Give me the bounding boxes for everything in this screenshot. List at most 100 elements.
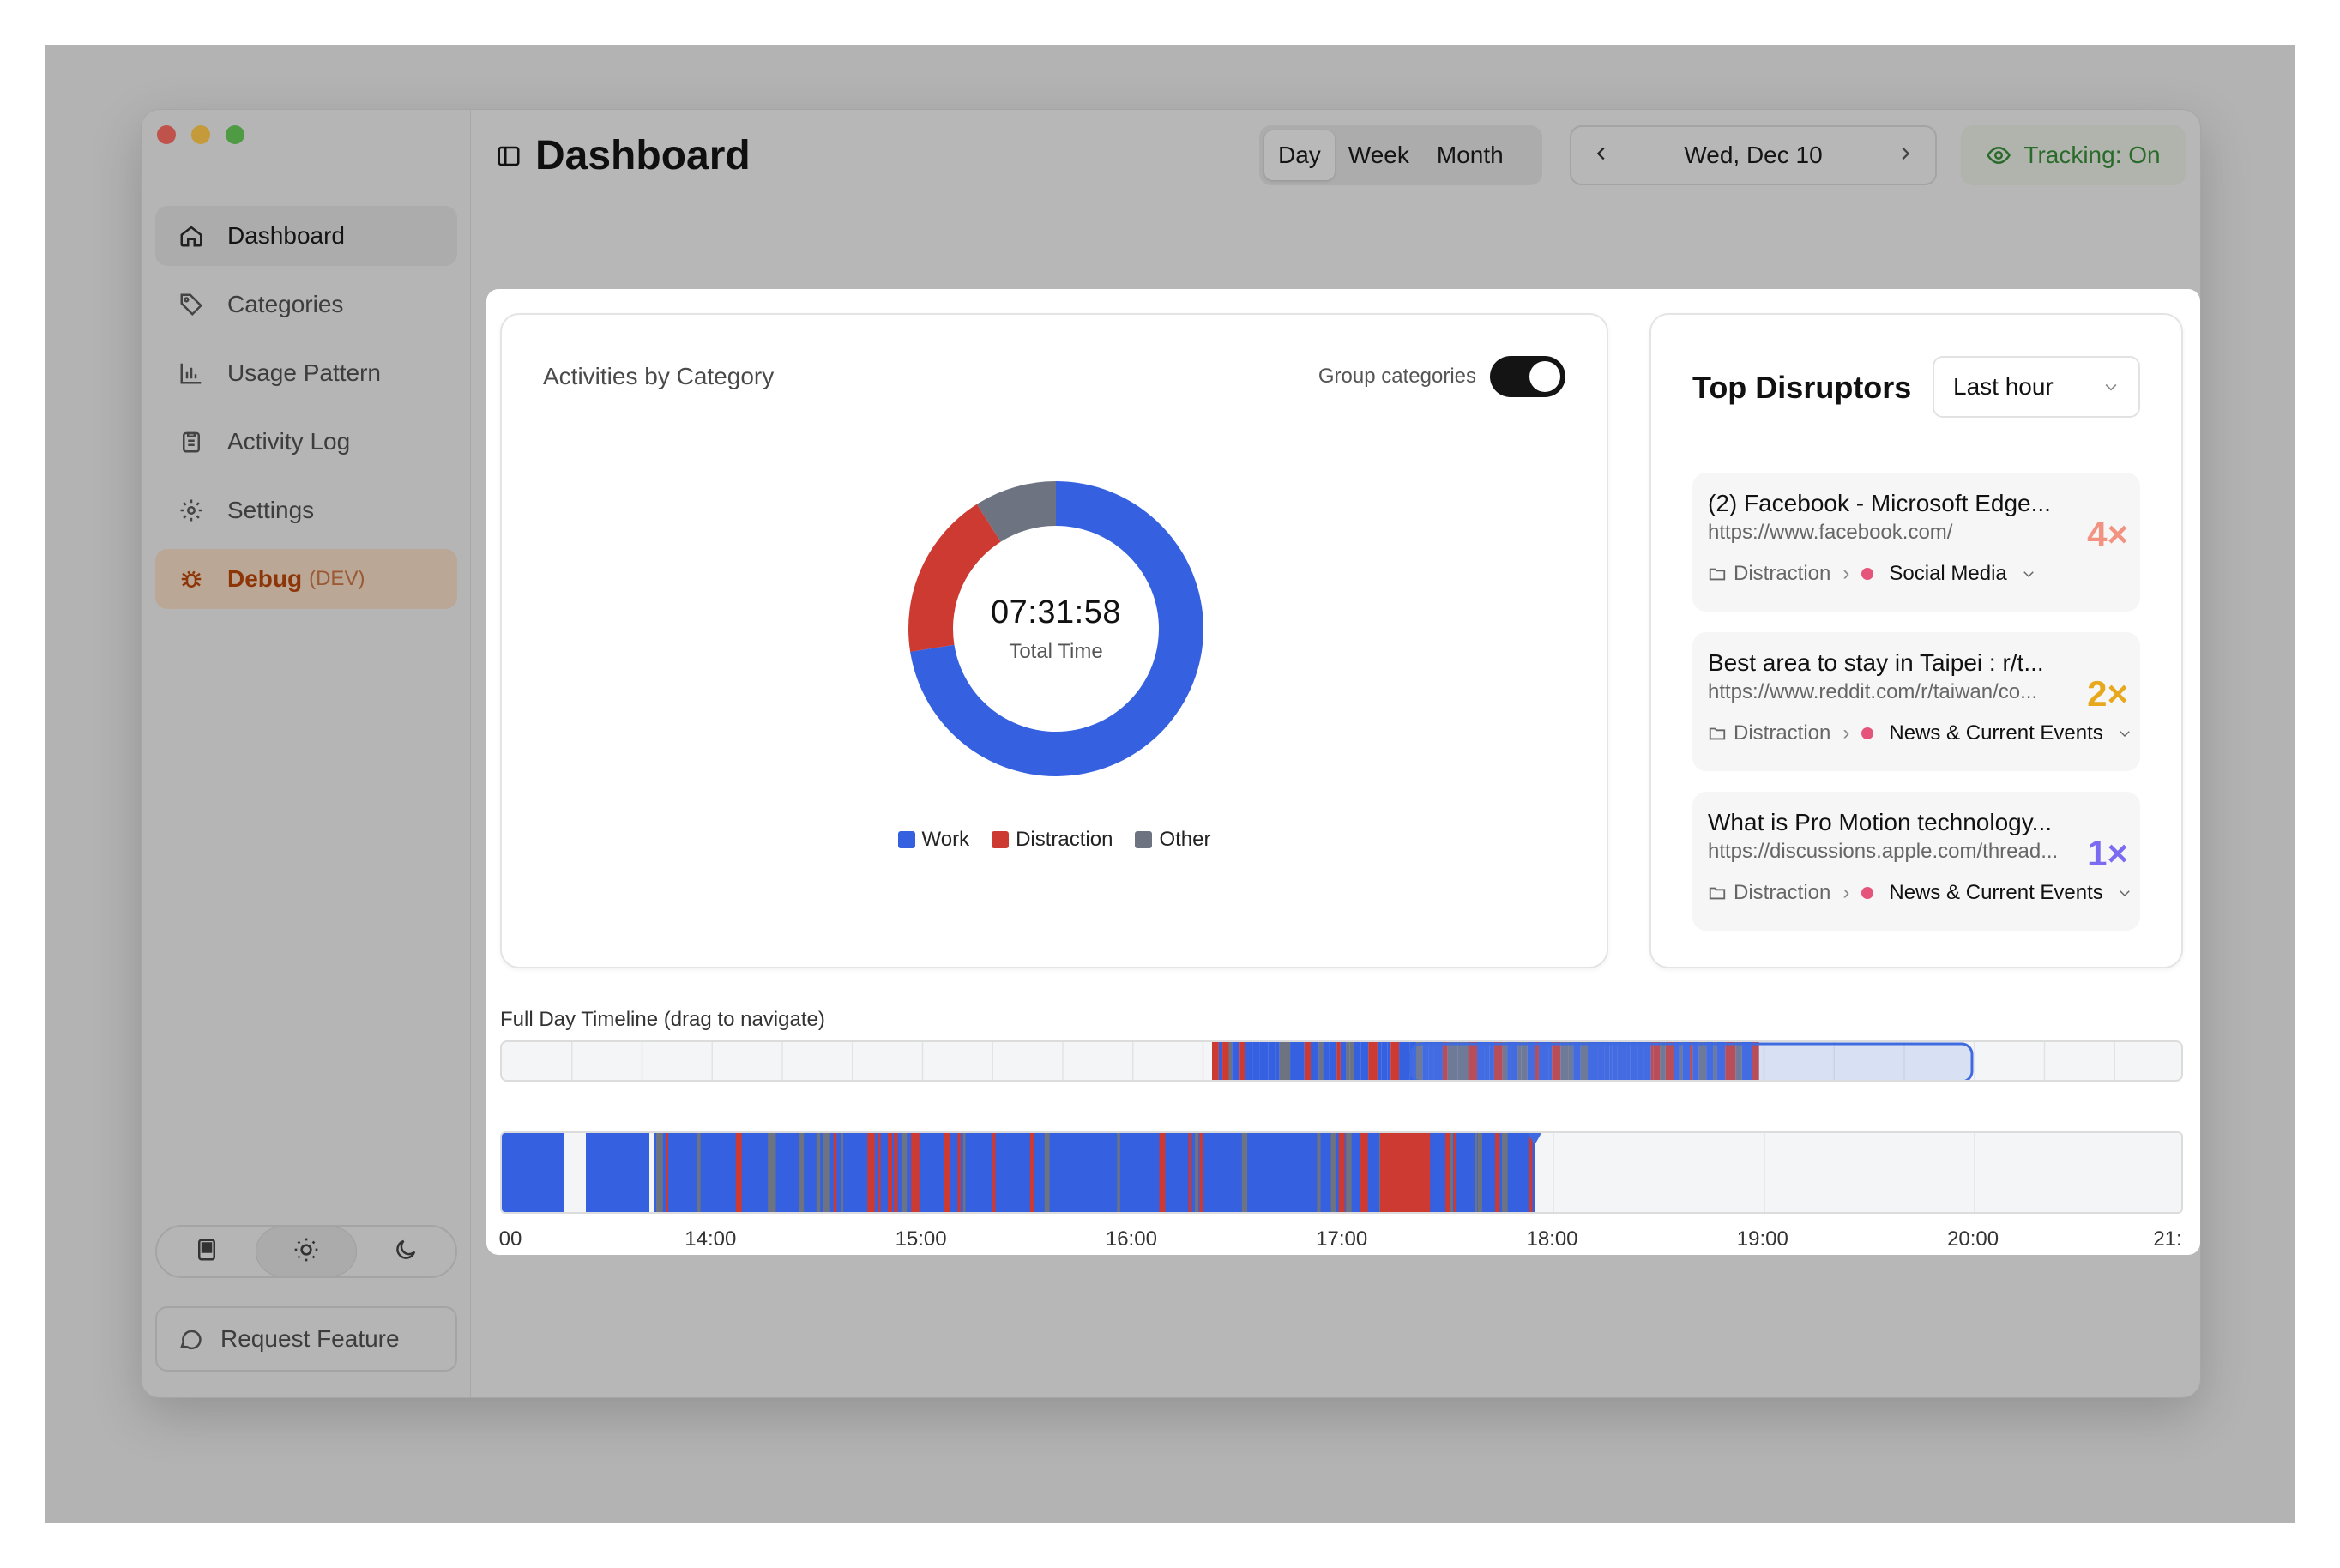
timeline-activity-segment xyxy=(1212,1042,1219,1080)
timeline-activity-segment xyxy=(1311,1042,1319,1080)
disruptor-url: https://discussions.apple.com/thread... xyxy=(1708,840,2059,863)
timeline-activity-segment xyxy=(1346,1133,1352,1212)
activities-card: Activities by Category Group categories … xyxy=(500,313,1608,968)
timeline-activity-segment xyxy=(1338,1133,1345,1212)
tab-day[interactable]: Day xyxy=(1264,130,1335,180)
timeline-activity-segment xyxy=(1232,1042,1240,1080)
disruptors-range-value: Last hour xyxy=(1953,373,2054,400)
timeline-activity-segment xyxy=(1529,1133,1533,1212)
timeline-activity-segment xyxy=(1330,1133,1336,1212)
timeline-activity-segment xyxy=(1360,1133,1368,1212)
timeline-tick-label: 20:00 xyxy=(1947,1227,1999,1251)
timeline-activity-segment xyxy=(833,1133,837,1212)
tracking-status-label: Tracking: On xyxy=(2023,142,2161,168)
timeline-activity-segment xyxy=(823,1133,830,1212)
tab-week[interactable]: Week xyxy=(1335,130,1423,180)
close-window-button[interactable] xyxy=(157,125,176,144)
theme-light-button[interactable] xyxy=(256,1227,357,1276)
eye-icon xyxy=(1986,142,2011,168)
timeline-tick-label: 17:00 xyxy=(1316,1227,1368,1251)
timeline-detail-svg xyxy=(502,1133,1975,1212)
timeline-activity-segment xyxy=(1340,1042,1347,1080)
legend-item-other: Other xyxy=(1135,828,1210,852)
legend-item-work: Work xyxy=(897,828,969,852)
disruptor-subcategory[interactable]: Social Media xyxy=(1889,562,2006,586)
dashboard-content: Activities by Category Group categories … xyxy=(486,289,2200,1255)
timeline-overview[interactable] xyxy=(500,1040,2183,1082)
sidebar-item-usage-pattern[interactable]: Usage Pattern xyxy=(155,343,457,403)
timeline-activity-segment xyxy=(1381,1042,1388,1080)
folder-icon xyxy=(1708,724,1727,743)
timeline-activity-segment xyxy=(1336,1042,1341,1080)
timeline-activity-segment xyxy=(1346,1042,1350,1080)
request-feature-label: Request Feature xyxy=(220,1325,400,1352)
timeline-tick-label: 15:00 xyxy=(895,1227,947,1251)
timeline-activity-segment xyxy=(1349,1042,1354,1080)
request-feature-button[interactable]: Request Feature xyxy=(155,1306,457,1372)
disruptor-subcategory[interactable]: News & Current Events xyxy=(1889,881,2102,905)
sidebar-toggle-icon[interactable] xyxy=(496,143,522,169)
previous-day-button[interactable] xyxy=(1592,142,1611,169)
disruptor-item[interactable]: Best area to stay in Taipei : r/t... htt… xyxy=(1692,632,2140,771)
disruptor-subcategory[interactable]: News & Current Events xyxy=(1889,721,2102,745)
app-window: Dashboard Categories Usage Pattern Activ… xyxy=(141,109,2201,1398)
timeline-activity-segment xyxy=(1453,1133,1456,1212)
sidebar-item-categories[interactable]: Categories xyxy=(155,274,457,335)
timeline-viewport-window[interactable] xyxy=(1409,1042,1974,1082)
timeline-activity-segment xyxy=(944,1133,950,1212)
disruptor-category-path: Distraction › Social Media xyxy=(1708,562,2036,586)
sidebar-item-activity-log[interactable]: Activity Log xyxy=(155,412,457,472)
theme-system-button[interactable] xyxy=(157,1227,256,1276)
dev-badge: (DEV) xyxy=(309,567,365,590)
timeline-activity-segment xyxy=(666,1133,669,1212)
sidebar-item-settings[interactable]: Settings xyxy=(155,480,457,540)
timeline-activity-segment xyxy=(1268,1042,1276,1080)
legend-item-distraction: Distraction xyxy=(992,828,1113,852)
timeline-activity-segment xyxy=(1399,1042,1410,1080)
timeline-activity-segment xyxy=(1199,1133,1203,1212)
timeline-activity-segment xyxy=(1290,1042,1294,1080)
tracking-status-button[interactable]: Tracking: On xyxy=(1961,125,2186,185)
disruptor-name: What is Pro Motion technology... xyxy=(1708,809,2052,835)
page-title: Dashboard xyxy=(496,132,751,179)
chevron-down-icon[interactable] xyxy=(2117,885,2132,901)
disruptor-category: Distraction xyxy=(1734,562,1831,585)
timeline-detail[interactable] xyxy=(500,1131,2183,1214)
sidebar-item-debug[interactable]: Debug (DEV) xyxy=(155,549,457,609)
timeline-tick-label: 00 xyxy=(498,1227,522,1251)
folder-icon xyxy=(1708,884,1727,902)
timeline-activity-segment xyxy=(1239,1042,1245,1080)
disruptor-category-path: Distraction › News & Current Events xyxy=(1708,881,2132,905)
chevron-right-icon xyxy=(1902,147,1910,160)
disruptor-category: Distraction xyxy=(1734,881,1831,904)
group-categories-toggle[interactable] xyxy=(1490,356,1565,397)
tag-icon xyxy=(176,289,207,320)
chevron-down-icon[interactable] xyxy=(2021,566,2036,582)
timeline-activity-segment xyxy=(911,1133,920,1212)
disruptor-item[interactable]: (2) Facebook - Microsoft Edge... https:/… xyxy=(1692,473,2140,612)
timeline-activity-segment xyxy=(962,1133,966,1212)
timeline-activity-segment xyxy=(1495,1133,1500,1212)
sidebar-item-dashboard[interactable]: Dashboard xyxy=(155,206,457,266)
timeline-activity-segment xyxy=(697,1133,701,1212)
next-day-button[interactable] xyxy=(1896,142,1915,169)
tab-month[interactable]: Month xyxy=(1423,130,1517,180)
sidebar: Dashboard Categories Usage Pattern Activ… xyxy=(142,110,471,1397)
zoom-window-button[interactable] xyxy=(226,125,244,144)
top-bar: Dashboard Day Week Month Wed, Dec 10 Tra… xyxy=(472,110,2200,202)
disruptors-range-select[interactable]: Last hour xyxy=(1933,356,2140,418)
chevron-down-icon[interactable] xyxy=(2117,726,2132,741)
disruptor-item[interactable]: What is Pro Motion technology... https:/… xyxy=(1692,792,2140,931)
sidebar-item-label: Settings xyxy=(227,497,315,523)
timeline-activity-segment xyxy=(799,1133,805,1212)
timeline-activity-segment xyxy=(840,1133,844,1212)
sun-icon xyxy=(292,1236,320,1268)
folder-icon xyxy=(1708,564,1727,583)
sidebar-item-label: Debug xyxy=(227,565,303,592)
chevron-left-icon xyxy=(1596,147,1605,160)
timeline-activity-segment xyxy=(1195,1133,1199,1212)
theme-dark-button[interactable] xyxy=(357,1227,455,1276)
legend-label: Other xyxy=(1159,828,1211,851)
timeline-activity-segment xyxy=(1390,1042,1400,1080)
minimize-window-button[interactable] xyxy=(191,125,210,144)
